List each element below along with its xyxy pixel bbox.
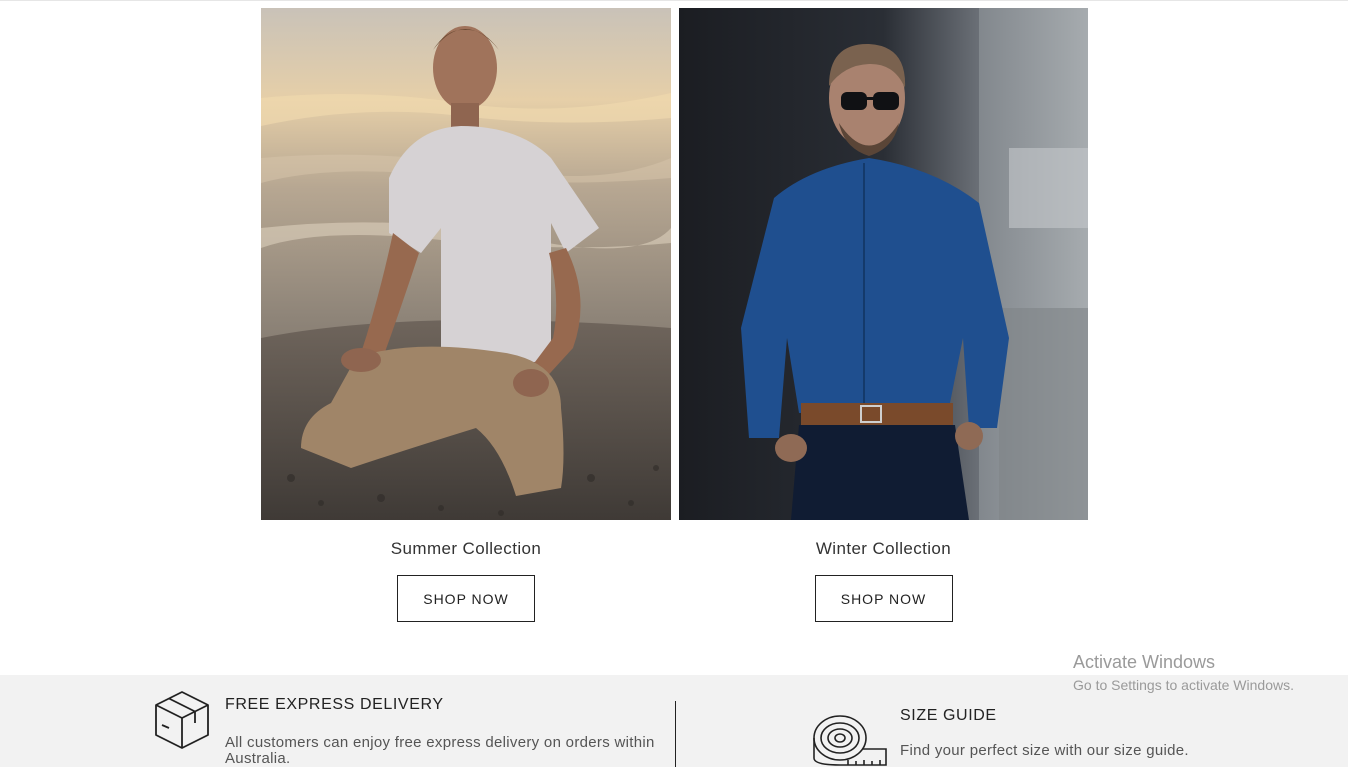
collection-card-winter: Winter Collection SHOP NOW [679,8,1088,622]
package-box-icon [152,689,212,751]
shop-now-winter-button[interactable]: SHOP NOW [814,575,953,622]
activate-windows-watermark: Activate Windows Go to Settings to activ… [1073,652,1294,693]
size-guide-text: Find your perfect size with our size gui… [900,742,1189,759]
summer-collection-title: Summer Collection [390,539,542,558]
size-guide-title: SIZE GUIDE [900,707,997,724]
summer-collection-image[interactable] [261,8,671,520]
top-divider [0,0,1348,1]
shop-now-summer-button[interactable]: SHOP NOW [397,575,535,622]
winter-collection-image[interactable] [679,8,1088,520]
winter-collection-title: Winter Collection [815,539,952,558]
features-divider [675,701,676,767]
watermark-subtitle: Go to Settings to activate Windows. [1073,677,1294,693]
watermark-title: Activate Windows [1073,652,1216,672]
collection-card-summer: Summer Collection SHOP NOW [261,8,671,622]
delivery-title: FREE EXPRESS DELIVERY [225,696,444,713]
tape-measure-icon [812,713,888,767]
delivery-text: All customers can enjoy free express del… [225,734,655,767]
